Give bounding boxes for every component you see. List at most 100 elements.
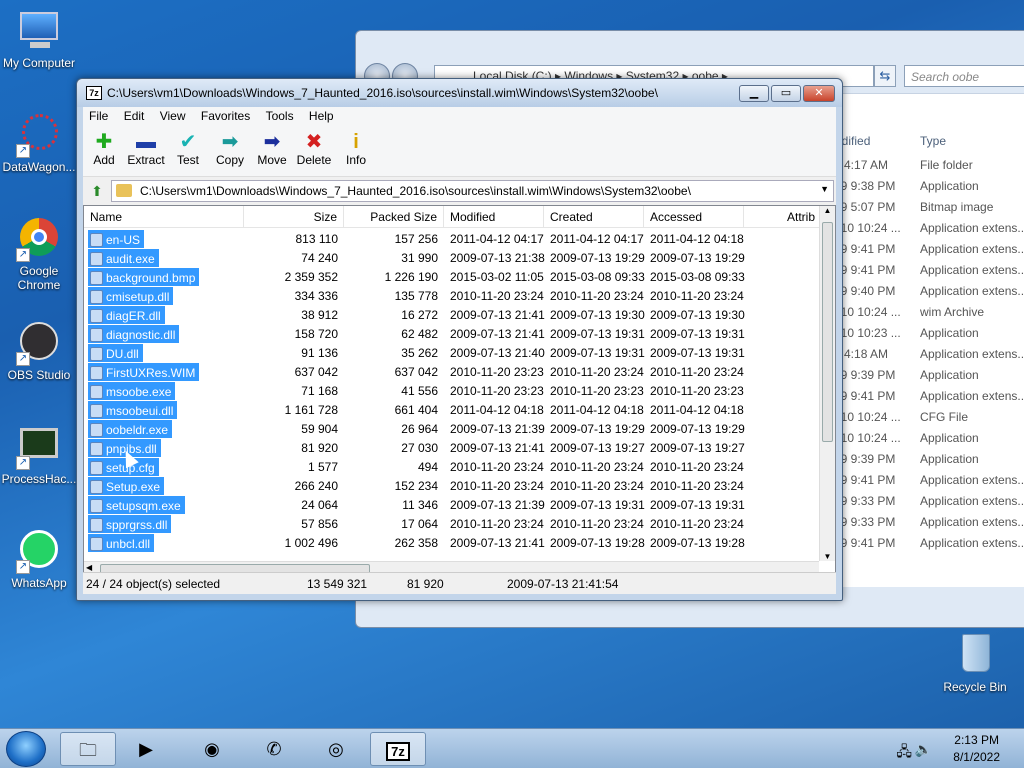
table-row[interactable]: msoobe.exe 71 168 41 556 2010-11-20 23:23 20… (84, 382, 819, 401)
column-header-name[interactable]: Name (84, 206, 244, 228)
sevenzip-window[interactable]: 7z C:\Users\vm1\Downloads\Windows_7_Haun… (76, 78, 843, 601)
volume-icon[interactable]: 🔈 (915, 741, 932, 758)
cell-size: 637 042 (294, 365, 338, 379)
move-button[interactable]: ➡ Move (250, 131, 294, 167)
up-folder-icon[interactable]: ⬆ (87, 181, 107, 201)
column-header-type[interactable]: Type (920, 134, 946, 148)
list-item[interactable]: 09 9:38 PM Application (834, 179, 1024, 200)
table-row[interactable]: setup.cfg 1 577 494 2010-11-20 23:24 2010-11… (84, 458, 819, 477)
cell-name: diagnostic.dll (88, 325, 180, 343)
info-button[interactable]: i Info (334, 131, 378, 167)
list-item[interactable]: 1 4:17 AM File folder (834, 158, 1024, 179)
list-item[interactable]: 010 10:23 ... Application (834, 326, 1024, 347)
list-item[interactable]: 09 5:07 PM Bitmap image (834, 200, 1024, 221)
table-row[interactable]: audit.exe 74 240 31 990 2009-07-13 21:38 200… (84, 249, 819, 268)
explorer-search-input[interactable]: Search oobe (904, 65, 1024, 87)
folder-icon (116, 184, 132, 197)
table-row[interactable]: en-US 813 110 157 256 2011-04-12 04:17 2011-… (84, 230, 819, 249)
column-header-accessed[interactable]: Accessed (644, 206, 744, 228)
list-item[interactable]: 09 9:41 PM Application extens... (834, 473, 1024, 494)
column-header-attrib[interactable]: Attrib (744, 206, 822, 228)
desktop-icon-obs-studio[interactable]: ↗ OBS Studio (0, 320, 78, 382)
table-row[interactable]: spprgrss.dll 57 856 17 064 2010-11-20 23:24… (84, 515, 819, 534)
list-header: Name Size Packed Size Modified Created A… (84, 206, 822, 228)
chevron-down-icon[interactable]: ▼ (820, 184, 829, 194)
refresh-icon[interactable]: ⇆ (874, 65, 896, 87)
cell-modified: 010 10:23 ... (834, 326, 901, 340)
list-item[interactable]: 010 10:24 ... CFG File (834, 410, 1024, 431)
table-row[interactable]: DU.dll 91 136 35 262 2009-07-13 21:40 2009-0… (84, 344, 819, 363)
cell-accessed: 2009-07-13 19:31 (650, 327, 745, 341)
desktop-icon-datawagon[interactable]: ↗ DataWagon... (0, 112, 78, 174)
table-row[interactable]: FirstUXRes.WIM 637 042 637 042 2010-11-20 2… (84, 363, 819, 382)
minimize-button[interactable]: ▁ (739, 85, 769, 102)
table-row[interactable]: Setup.exe 266 240 152 234 2010-11-20 23:24 2… (84, 477, 819, 496)
taskbar-chrome[interactable]: ◉ (184, 732, 240, 766)
maximize-button[interactable]: ▭ (771, 85, 801, 102)
desktop-icon-google-chrome[interactable]: ↗ Google Chrome (0, 216, 78, 292)
desktop-icon-processhacker[interactable]: ↗ ProcessHac... (0, 424, 78, 486)
menu-help[interactable]: Help (303, 107, 340, 123)
column-header-size[interactable]: Size (244, 206, 344, 228)
cell-created: 2010-11-20 23:24 (550, 289, 644, 303)
list-item[interactable]: 09 9:41 PM Application extens... (834, 536, 1024, 557)
delete-button[interactable]: ✖ Delete (292, 131, 336, 167)
taskbar-whatsapp[interactable]: ✆ (246, 732, 302, 766)
taskbar-explorer[interactable]: 🗀 (60, 732, 116, 766)
table-row[interactable]: background.bmp 2 359 352 1 226 190 2015-03-… (84, 268, 819, 287)
start-button[interactable] (6, 731, 46, 767)
desktop-icon-recycle-bin[interactable]: Recycle Bin (936, 632, 1014, 694)
desktop-icon-whatsapp[interactable]: ↗ WhatsApp (0, 528, 78, 590)
title-bar[interactable]: 7z C:\Users\vm1\Downloads\Windows_7_Haun… (77, 79, 842, 107)
file-list[interactable]: Name Size Packed Size Modified Created A… (83, 205, 836, 578)
column-header-created[interactable]: Created (544, 206, 644, 228)
scrollbar-thumb[interactable] (822, 222, 833, 442)
list-item[interactable]: 010 10:24 ... Application (834, 431, 1024, 452)
cell-type: Application extens... (920, 494, 1024, 508)
cell-modified: 010 10:24 ... (834, 305, 901, 319)
list-item[interactable]: 09 9:33 PM Application extens... (834, 515, 1024, 536)
extract-button[interactable]: ▬ Extract (124, 131, 168, 167)
desktop-icon-my-computer[interactable]: My Computer (0, 8, 78, 70)
table-row[interactable]: msoobeui.dll 1 161 728 661 404 2011-04-12 0… (84, 401, 819, 420)
cell-name: Setup.exe (88, 477, 165, 495)
list-item[interactable]: 09 9:41 PM Application extens... (834, 242, 1024, 263)
column-header-modified[interactable]: Modified (444, 206, 544, 228)
column-header-packed-size[interactable]: Packed Size (344, 206, 444, 228)
table-row[interactable]: unbcl.dll 1 002 496 262 358 2009-07-13 21:4… (84, 534, 819, 553)
test-button[interactable]: ✔ Test (166, 131, 210, 167)
list-item[interactable]: 09 9:40 PM Application extens... (834, 284, 1024, 305)
menu-view[interactable]: View (154, 107, 192, 123)
list-item[interactable]: 09 9:39 PM Application (834, 368, 1024, 389)
vertical-scrollbar[interactable]: ▲ ▼ (819, 206, 835, 561)
taskbar-obs[interactable]: ◎ (308, 732, 364, 766)
taskbar-7zip[interactable]: 7z (370, 732, 426, 766)
table-row[interactable]: setupsqm.exe 24 064 11 346 2009-07-13 21:39… (84, 496, 819, 515)
add-button[interactable]: ✚ Add (82, 131, 126, 167)
table-row[interactable]: cmisetup.dll 334 336 135 778 2010-11-20 23:… (84, 287, 819, 306)
system-clock[interactable]: 2:13 PM 8/1/2022 (953, 733, 1000, 764)
list-item[interactable]: 010 10:24 ... wim Archive (834, 305, 1024, 326)
taskbar-media-player[interactable]: ▶ (118, 732, 174, 766)
info-icon: i (353, 131, 359, 153)
table-row[interactable]: pnpibs.dll 81 920 27 030 2009-07-13 21:41 20… (84, 439, 819, 458)
menu-tools[interactable]: Tools (260, 107, 300, 123)
status-item-size: 81 920 (407, 577, 444, 591)
copy-button[interactable]: ➡ Copy (208, 131, 252, 167)
close-button[interactable]: ✕ (803, 85, 835, 102)
status-bar: 24 / 24 object(s) selected 13 549 321 81… (83, 572, 836, 594)
menu-favorites[interactable]: Favorites (195, 107, 256, 123)
list-item[interactable]: 09 9:41 PM Application extens... (834, 389, 1024, 410)
menu-file[interactable]: File (83, 107, 114, 123)
list-item[interactable]: 09 9:41 PM Application extens... (834, 263, 1024, 284)
list-item[interactable]: 010 10:24 ... Application extens... (834, 221, 1024, 242)
list-item[interactable]: 1 4:18 AM Application extens... (834, 347, 1024, 368)
table-row[interactable]: diagnostic.dll 158 720 62 482 2009-07-13 21… (84, 325, 819, 344)
table-row[interactable]: diagER.dll 38 912 16 272 2009-07-13 21:41 20… (84, 306, 819, 325)
network-icon[interactable]: 🖧 (896, 741, 912, 765)
menu-edit[interactable]: Edit (118, 107, 151, 123)
list-item[interactable]: 09 9:33 PM Application extens... (834, 494, 1024, 515)
path-input[interactable]: C:\Users\vm1\Downloads\Windows_7_Haunted… (111, 180, 834, 202)
table-row[interactable]: oobeldr.exe 59 904 26 964 2009-07-13 21:39 2… (84, 420, 819, 439)
list-item[interactable]: 09 9:39 PM Application (834, 452, 1024, 473)
